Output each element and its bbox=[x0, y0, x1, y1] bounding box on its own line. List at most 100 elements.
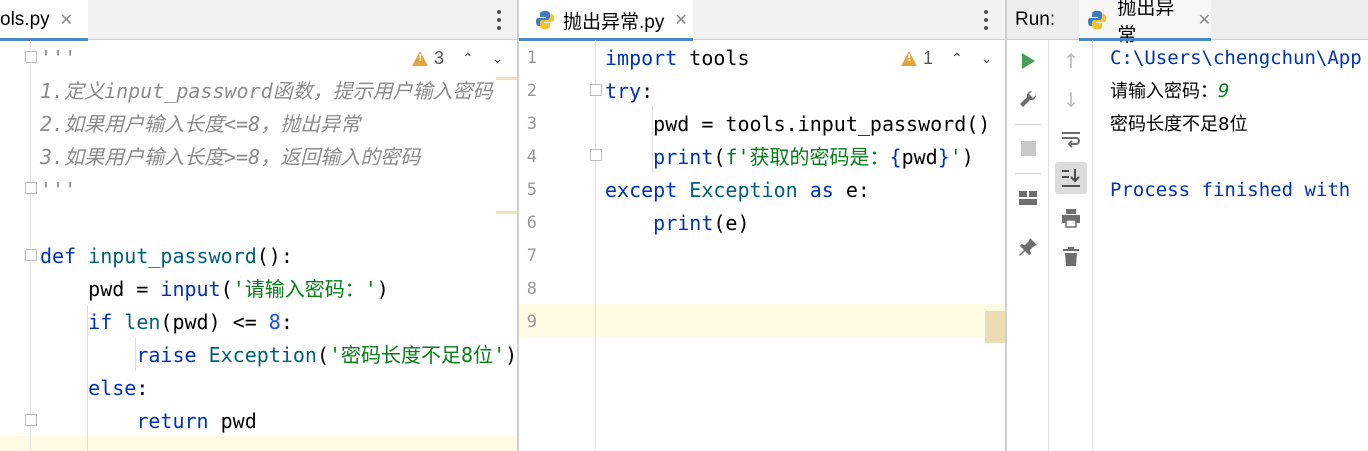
close-icon[interactable]: ✕ bbox=[60, 10, 73, 30]
code-token: ( bbox=[316, 343, 329, 367]
console-line: 请输入密码：9 bbox=[1110, 75, 1229, 108]
console-line: 密码长度不足8位 bbox=[1110, 108, 1247, 141]
code-token: ''' bbox=[40, 46, 77, 70]
middle-code-area[interactable]: import tools try: pwd = tools.input_passw… bbox=[605, 40, 1005, 451]
code-token: pwd = bbox=[40, 277, 161, 301]
code-token: else bbox=[88, 376, 137, 400]
code-token: len bbox=[124, 310, 161, 334]
code-token: if bbox=[88, 310, 125, 334]
code-token: 3.如果用户输入长度>=8，返回输入的密码 bbox=[40, 145, 421, 169]
code-token: 2.如果用户输入长度<=8，抛出异常 bbox=[40, 112, 361, 136]
tab-tools-py[interactable]: ols.py ✕ bbox=[0, 0, 88, 41]
code-token: '请输入密码：' bbox=[232, 277, 377, 301]
console-text: C:\Users\chengchun\App bbox=[1110, 47, 1362, 69]
console-output[interactable]: C:\Users\chengchun\App 请输入密码：9 密码长度不足8位 Pro… bbox=[1007, 40, 1368, 451]
code-token: '密码长度不足8位' bbox=[329, 343, 506, 367]
console-text: 密码长度不足8位 bbox=[1110, 114, 1248, 135]
code-token: tools bbox=[689, 46, 750, 70]
code-line: 3.如果用户输入长度>=8，返回输入的密码 bbox=[40, 141, 517, 174]
run-tab-bar: Run: 抛出异常 ✕ bbox=[1007, 0, 1368, 46]
code-line: print(f'获取的密码是：{pwd}') bbox=[605, 141, 1005, 174]
console-line: Process finished with bbox=[1110, 174, 1350, 207]
code-line: import tools bbox=[605, 42, 1005, 75]
code-line: ''' bbox=[40, 174, 517, 207]
left-editor-pane: ols.py ✕ 3 ⌃ ⌄ '''1.定义input_password函数，提… bbox=[0, 0, 517, 451]
code-line: print(e) bbox=[605, 207, 1005, 240]
code-token: def bbox=[40, 244, 89, 268]
code-token: (e) bbox=[713, 211, 750, 235]
code-token: e: bbox=[845, 178, 870, 202]
code-token: ) bbox=[505, 343, 517, 367]
left-code-area[interactable]: ''' 1.定义input_password函数，提示用户输入密码 2.如果用户输入… bbox=[40, 40, 517, 451]
scroll-marker bbox=[496, 77, 517, 80]
code-token: : bbox=[641, 79, 654, 103]
more-options-icon[interactable] bbox=[981, 8, 991, 32]
console-text: 请输入密码： bbox=[1110, 81, 1218, 102]
caret-marker bbox=[985, 311, 1005, 343]
run-tab[interactable]: 抛出异常 ✕ bbox=[1079, 0, 1211, 46]
code-token: (pwd) <= bbox=[160, 310, 269, 334]
code-token: (): bbox=[256, 244, 293, 268]
indent-guide bbox=[652, 106, 653, 172]
gutter-separator bbox=[595, 40, 596, 451]
code-line: try: bbox=[605, 75, 1005, 108]
left-tab-bar: ols.py ✕ bbox=[0, 0, 517, 41]
fold-marker[interactable] bbox=[590, 149, 602, 161]
code-line: else: bbox=[40, 372, 517, 405]
code-token: return bbox=[136, 409, 221, 433]
code-token: print bbox=[653, 211, 714, 235]
code-line: if len(pwd) <= 8: bbox=[40, 306, 517, 339]
code-token: Exception bbox=[208, 343, 317, 367]
fold-marker[interactable] bbox=[25, 249, 37, 261]
close-icon[interactable]: ✕ bbox=[674, 10, 687, 30]
more-options-icon[interactable] bbox=[494, 8, 504, 32]
python-run-icon bbox=[1088, 10, 1107, 30]
code-token: ) bbox=[961, 145, 974, 169]
fold-marker[interactable] bbox=[25, 182, 37, 194]
code-token: 8 bbox=[268, 310, 281, 334]
fold-marker[interactable] bbox=[590, 84, 602, 96]
close-icon[interactable]: ✕ bbox=[1198, 10, 1211, 30]
line-number: 1 bbox=[526, 48, 537, 68]
code-token: pwd bbox=[901, 145, 938, 169]
line-number-gutter: 1 2 3 4 5 6 7 8 9 bbox=[519, 40, 595, 451]
code-token: raise bbox=[136, 343, 209, 367]
code-token: 1.定义input_password函数，提示用户输入密码 bbox=[40, 79, 493, 103]
code-token: { bbox=[889, 145, 902, 169]
console-line: C:\Users\chengchun\App bbox=[1110, 42, 1362, 75]
fold-marker[interactable] bbox=[25, 51, 37, 63]
code-line: ''' bbox=[40, 42, 517, 75]
code-line: 1.定义input_password函数，提示用户输入密码 bbox=[40, 75, 517, 108]
code-line: pwd = input('请输入密码：') bbox=[40, 273, 517, 306]
console-user-input: 9 bbox=[1218, 80, 1230, 102]
python-file-icon bbox=[536, 11, 554, 29]
code-token: : bbox=[136, 376, 149, 400]
line-number: 3 bbox=[526, 114, 537, 134]
middle-tab-bar: 抛出异常.py ✕ bbox=[519, 0, 1005, 41]
code-token: input_password bbox=[88, 244, 257, 268]
code-token: Exception bbox=[689, 178, 810, 202]
fold-marker[interactable] bbox=[25, 414, 37, 426]
code-token: } bbox=[937, 145, 950, 169]
indent-guide bbox=[87, 305, 88, 451]
tab-label: ols.py bbox=[0, 9, 50, 30]
indent-guide bbox=[135, 338, 136, 371]
code-token: ) bbox=[376, 277, 389, 301]
code-token: ( bbox=[220, 277, 233, 301]
code-token: print bbox=[653, 145, 714, 169]
code-line: return pwd bbox=[40, 405, 517, 438]
code-token: except bbox=[605, 178, 690, 202]
code-token: pwd bbox=[220, 409, 257, 433]
gutter-separator bbox=[30, 40, 31, 451]
code-token: : bbox=[280, 310, 293, 334]
console-text: Process finished with bbox=[1110, 179, 1351, 201]
tab-throw-exception-py[interactable]: 抛出异常.py ✕ bbox=[519, 0, 693, 41]
scroll-marker bbox=[496, 211, 517, 214]
line-number: 2 bbox=[526, 81, 537, 101]
code-token: ' bbox=[949, 145, 962, 169]
